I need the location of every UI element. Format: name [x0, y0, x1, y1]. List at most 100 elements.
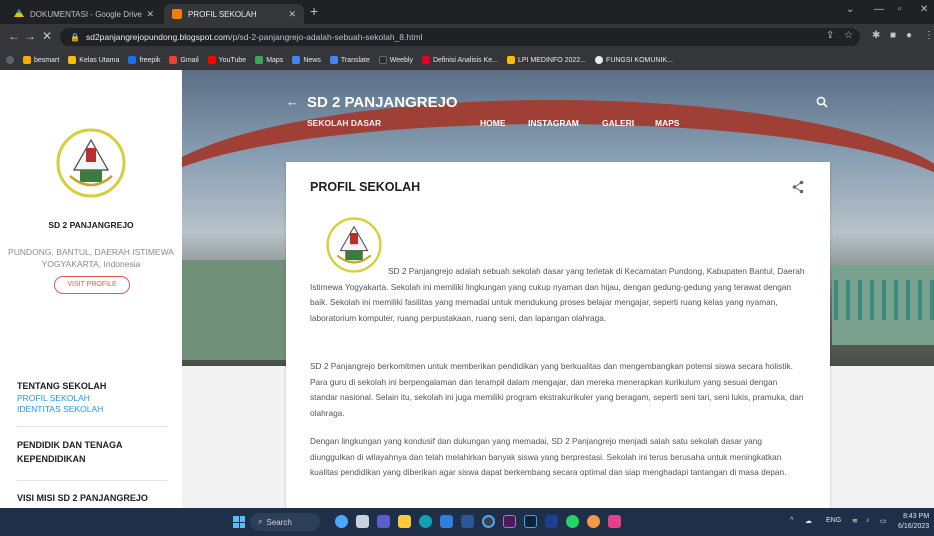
chrome-icon[interactable]	[482, 515, 495, 528]
sidebar-link-identitas-sekolah[interactable]: IDENTITAS SEKOLAH	[17, 404, 103, 414]
news-icon	[292, 56, 301, 64]
bookmark-maps[interactable]: Maps	[255, 56, 283, 64]
google-drive-icon	[14, 9, 24, 17]
language-indicator[interactable]: ENG	[826, 517, 841, 524]
bookmark-besmart[interactable]: besmart	[23, 56, 59, 64]
freepik-icon	[128, 56, 137, 64]
file-explorer-icon[interactable]	[398, 515, 411, 528]
hero-wall	[182, 260, 302, 360]
tab-profil-sekolah[interactable]: PROFIL SEKOLAH ✕	[164, 4, 304, 24]
bookmark-star-icon[interactable]: ☆	[844, 30, 853, 41]
premiere-icon[interactable]	[503, 515, 516, 528]
maps-icon	[255, 56, 264, 64]
profile-avatar-icon[interactable]: ●	[906, 30, 912, 41]
windows-taskbar: ⌕ Search ^ ☁ ENG ≋ ♪ ▭ 8:43 PM 6/16/2023	[0, 508, 934, 536]
sidebar-link-profil-sekolah[interactable]: PROFIL SEKOLAH	[17, 393, 90, 403]
share-icon[interactable]	[792, 180, 804, 194]
nav-home[interactable]: HOME	[480, 118, 506, 128]
close-tab-icon[interactable]: ✕	[288, 9, 296, 20]
store-icon[interactable]	[440, 515, 453, 528]
bookmark-gmail[interactable]: Gmail	[169, 56, 199, 64]
address-bar[interactable]: 🔒 sd2panjangrejopundong.blogspot.com /p/…	[60, 28, 860, 46]
bookmarks-bar: besmart Kelas Utama freepik Gmail YouTub…	[0, 50, 934, 70]
chrome-apps-icon[interactable]	[6, 56, 14, 64]
pinterest-icon	[421, 56, 430, 64]
teams-icon[interactable]	[377, 515, 390, 528]
close-tab-icon[interactable]: ✕	[146, 9, 154, 20]
tab-google-drive[interactable]: DOKUMENTASI - Google Drive ✕	[6, 4, 162, 24]
translate-icon	[329, 56, 338, 64]
bookmark-youtube[interactable]: YouTube	[207, 56, 246, 64]
back-icon[interactable]: ←	[8, 29, 20, 43]
classroom-icon	[68, 56, 77, 64]
bookmark-translate[interactable]: Translate	[329, 56, 370, 64]
windows-start-icon[interactable]	[233, 516, 245, 528]
taskbar-search-label: Search	[266, 517, 292, 527]
browser-tab-strip: DOKUMENTASI - Google Drive ✕ PROFIL SEKO…	[0, 0, 934, 24]
article-paragraph: SD 2 Panjangrejo berkomitmen untuk membe…	[310, 361, 804, 418]
globe-icon	[595, 56, 604, 64]
taskbar-clock[interactable]: 8:43 PM 6/16/2023	[898, 512, 929, 532]
gmail-icon	[169, 56, 178, 64]
forward-icon[interactable]: →	[24, 29, 36, 43]
tab-title: DOKUMENTASI - Google Drive	[30, 9, 142, 19]
volume-icon[interactable]: ♪	[866, 517, 870, 524]
bookmark-kelas-utama[interactable]: Kelas Utama	[68, 56, 119, 64]
tray-chevron-icon[interactable]: ^	[790, 517, 793, 524]
tab-title: PROFIL SEKOLAH	[188, 9, 257, 19]
article-card: PROFIL SEKOLAH SD 2 Panjangrejo adalah s…	[286, 162, 830, 508]
page-viewport: ← SD 2 PANJANGREJO SEKOLAH DASAR HOME IN…	[0, 70, 934, 508]
weebly-icon	[378, 56, 387, 64]
nav-maps[interactable]: MAPS	[655, 118, 680, 128]
bookmark-fungsi-komunik[interactable]: FUNGSI KOMUNIK...	[595, 56, 673, 64]
back-arrow-icon[interactable]: ←	[286, 94, 299, 109]
sidebar-divider	[17, 480, 167, 481]
sidebar-section-visi-misi[interactable]: VISI MISI SD 2 PANJANGREJO	[17, 491, 148, 505]
bookmark-lpi-medinfo[interactable]: LPI MEDINFO 2022...	[506, 56, 586, 64]
clock-time: 8:43 PM	[903, 513, 930, 520]
nav-galeri[interactable]: GALERI	[602, 118, 634, 128]
browser-toolbar: ← → ✕ 🔒 sd2panjangrejopundong.blogspot.c…	[0, 24, 934, 50]
app-icon[interactable]	[545, 515, 558, 528]
school-logo[interactable]	[56, 128, 126, 198]
app-icon[interactable]	[608, 515, 621, 528]
bookmark-news[interactable]: News	[292, 56, 321, 64]
new-tab-button[interactable]: +	[310, 3, 318, 19]
onedrive-icon[interactable]: ☁	[805, 517, 812, 525]
sidebar-divider	[17, 426, 167, 427]
task-view-icon[interactable]	[356, 515, 369, 528]
sidebar-section-tentang-sekolah[interactable]: TENTANG SEKOLAH	[17, 379, 106, 393]
article-paragraph: Dengan lingkungan yang kondusif dan duku…	[310, 436, 787, 478]
restore-icon[interactable]: ▫	[898, 4, 902, 15]
bookmark-weebly[interactable]: Weebly	[378, 56, 413, 64]
chrome-profile-icon[interactable]	[587, 515, 600, 528]
battery-icon[interactable]: ▭	[880, 517, 887, 525]
minimize-icon[interactable]: —	[874, 4, 884, 15]
word-icon[interactable]	[461, 515, 474, 528]
tab-search-icon[interactable]: ⌄	[846, 4, 854, 15]
edge-icon[interactable]	[419, 515, 432, 528]
copilot-icon[interactable]	[335, 515, 348, 528]
nav-instagram[interactable]: INSTAGRAM	[528, 118, 579, 128]
share-page-icon[interactable]: ⇪	[826, 30, 834, 41]
stop-loading-icon[interactable]: ✕	[42, 29, 52, 43]
bookmark-definisi[interactable]: Definisi Analisis Ke...	[421, 56, 498, 64]
hero-fence	[822, 280, 934, 320]
visit-profile-button[interactable]: VISIT PROFILE	[54, 276, 130, 294]
search-icon[interactable]	[816, 96, 828, 108]
search-icon: ⌕	[258, 517, 263, 526]
blog-title[interactable]: SD 2 PANJANGREJO	[307, 94, 458, 111]
whatsapp-icon[interactable]	[566, 515, 579, 528]
sidebar-section-pendidik[interactable]: PENDIDIK DAN TENAGA KEPENDIDIKAN	[17, 438, 167, 466]
menu-icon[interactable]: ⋮	[924, 30, 934, 41]
clock-date: 6/16/2023	[898, 523, 930, 530]
url-path: /p/sd-2-panjangrejo-adalah-sebuah-sekola…	[230, 32, 423, 42]
side-panel-icon[interactable]: ■	[890, 30, 896, 41]
wifi-icon[interactable]: ≋	[852, 517, 858, 525]
photoshop-icon[interactable]	[524, 515, 537, 528]
bookmark-freepik[interactable]: freepik	[128, 56, 160, 64]
taskbar-search[interactable]: ⌕ Search	[250, 513, 320, 531]
extensions-icon[interactable]: ✱	[872, 30, 880, 41]
url-host: sd2panjangrejopundong.blogspot.com	[85, 32, 231, 42]
close-window-icon[interactable]: ✕	[920, 4, 928, 15]
